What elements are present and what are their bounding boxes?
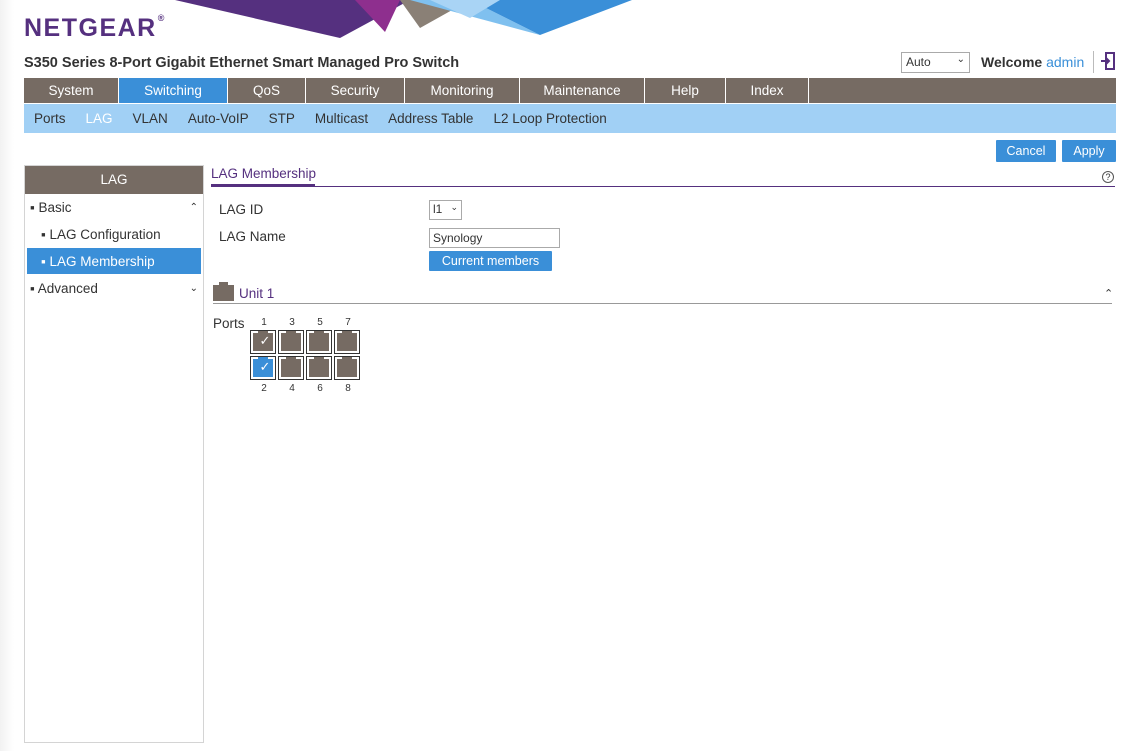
lag-name-input[interactable] [429, 228, 560, 248]
port-1[interactable]: ✓ [250, 330, 276, 354]
logout-icon[interactable] [1100, 52, 1116, 70]
ports-label: Ports [213, 316, 245, 331]
main-nav: System Switching QoS Security Monitoring… [24, 78, 1116, 103]
unit-title: Unit 1 [239, 286, 275, 301]
tab-security[interactable]: Security [306, 78, 405, 103]
port-number: 1 [261, 317, 267, 328]
tab-system[interactable]: System [24, 78, 119, 103]
port-number: 4 [289, 383, 295, 394]
port-6[interactable] [306, 356, 332, 380]
chevron-up-icon: ⌃ [189, 202, 198, 213]
subtab-ports[interactable]: Ports [34, 111, 66, 126]
current-members-button[interactable]: Current members [429, 251, 552, 271]
tab-qos[interactable]: QoS [228, 78, 306, 103]
port-5[interactable] [306, 330, 332, 354]
tab-help[interactable]: Help [645, 78, 726, 103]
port-8[interactable] [334, 356, 360, 380]
sidebar-item-lag-configuration[interactable]: ▪ LAG Configuration [41, 227, 161, 242]
welcome-text: Welcome admin [981, 54, 1085, 70]
checkmark-icon: ✓ [259, 359, 271, 374]
username-link[interactable]: admin [1046, 54, 1084, 70]
subtab-l2-loop-protection[interactable]: L2 Loop Protection [493, 111, 606, 126]
divider [1093, 51, 1094, 73]
tab-maintenance[interactable]: Maintenance [520, 78, 645, 103]
header-banner-graphic [175, 0, 632, 38]
port-number: 5 [317, 317, 323, 328]
sidebar: LAG ▪ Basic ⌃ ▪ LAG Configuration ▪ LAG … [24, 165, 204, 743]
sidebar-group-advanced[interactable]: ▪ Advanced ⌄ [30, 281, 200, 296]
port-number: 6 [317, 383, 323, 394]
product-title: S350 Series 8-Port Gigabit Ethernet Smar… [24, 55, 460, 71]
section-title: LAG Membership [211, 166, 317, 181]
help-icon[interactable]: ? [1102, 171, 1114, 183]
port-number: 2 [261, 383, 267, 394]
chevron-down-icon: ⌄ [189, 283, 198, 294]
port-4[interactable] [278, 356, 304, 380]
subtab-vlan[interactable]: VLAN [133, 111, 168, 126]
sidebar-title: LAG [25, 166, 203, 194]
netgear-logo: NETGEAR® [24, 12, 165, 42]
lag-name-label: LAG Name [219, 229, 286, 244]
subtab-lag[interactable]: LAG [86, 111, 113, 126]
port-number: 3 [289, 317, 295, 328]
sub-nav: Ports LAG VLAN Auto-VoIP STP Multicast A… [24, 104, 1116, 133]
subtab-address-table[interactable]: Address Table [388, 111, 473, 126]
checkmark-icon: ✓ [259, 333, 271, 348]
port-7[interactable] [334, 330, 360, 354]
lag-id-select[interactable]: l1 ⌄ [429, 200, 462, 220]
cancel-button[interactable]: Cancel [996, 140, 1056, 162]
chevron-down-icon: ⌄ [956, 54, 965, 65]
port-3[interactable] [278, 330, 304, 354]
section-title-underline [211, 184, 315, 186]
page-left-edge [0, 0, 14, 751]
port-2[interactable]: ✓ [250, 356, 276, 380]
language-select[interactable]: Auto ⌄ [901, 52, 970, 73]
unit-divider [213, 303, 1112, 304]
tab-monitoring[interactable]: Monitoring [405, 78, 520, 103]
chevron-down-icon: ⌄ [450, 202, 458, 212]
sidebar-group-basic[interactable]: ▪ Basic ⌃ [30, 200, 200, 215]
sidebar-item-lag-membership[interactable]: ▪ LAG Membership [41, 254, 155, 269]
apply-button[interactable]: Apply [1062, 140, 1116, 162]
lag-id-label: LAG ID [219, 202, 264, 217]
tab-index[interactable]: Index [726, 78, 809, 103]
subtab-stp[interactable]: STP [269, 111, 295, 126]
switch-unit-icon [213, 282, 234, 301]
subtab-multicast[interactable]: Multicast [315, 111, 368, 126]
section-divider [211, 186, 1115, 187]
port-number: 7 [345, 317, 351, 328]
port-number: 8 [345, 383, 351, 394]
chevron-up-icon[interactable]: ⌃ [1104, 287, 1113, 300]
tab-switching[interactable]: Switching [119, 78, 228, 103]
subtab-auto-voip[interactable]: Auto-VoIP [188, 111, 249, 126]
